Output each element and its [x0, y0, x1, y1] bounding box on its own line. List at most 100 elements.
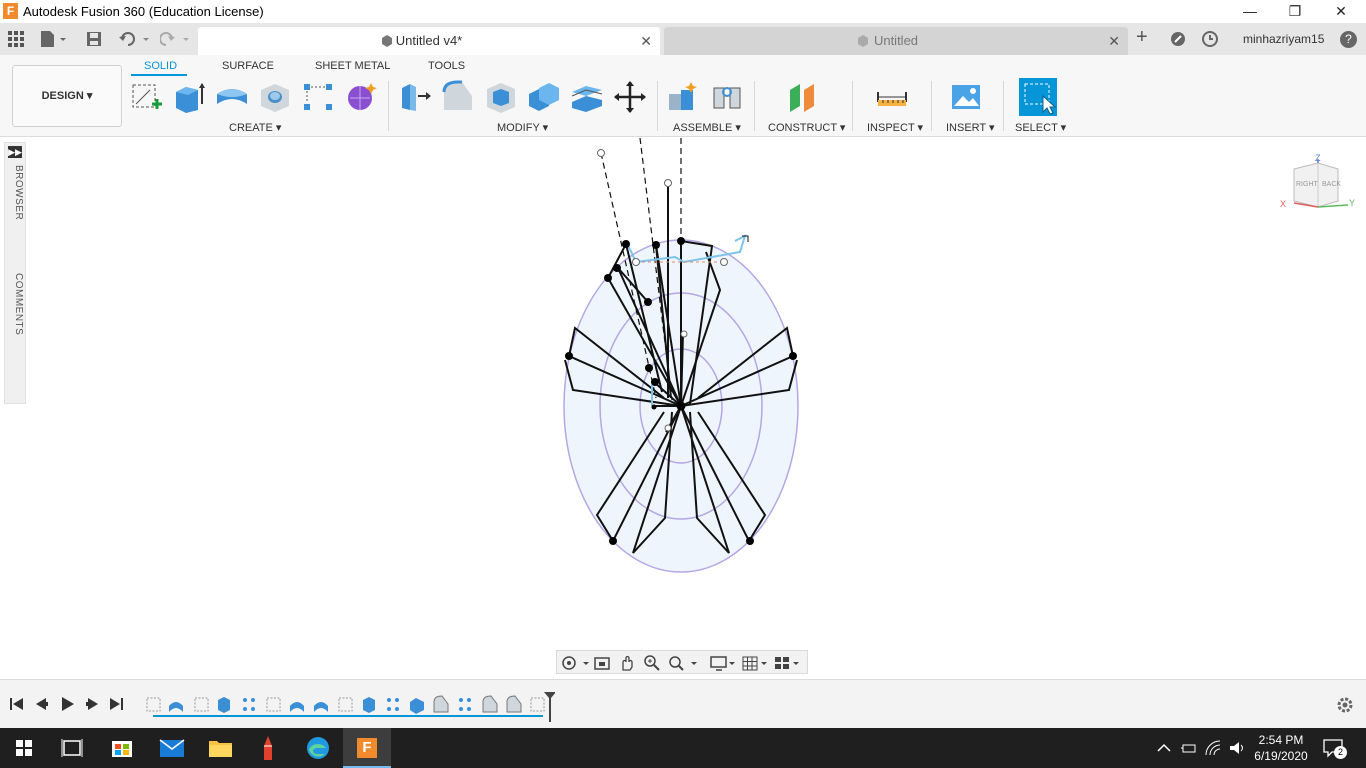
- close-tab-icon[interactable]: ✕: [1108, 27, 1120, 55]
- orbit-icon[interactable]: [561, 654, 589, 672]
- joint-icon[interactable]: [710, 80, 744, 114]
- user-account[interactable]: minhazriyam15: [1243, 32, 1324, 46]
- create-form-icon[interactable]: [344, 80, 378, 114]
- edge-browser-icon[interactable]: [294, 728, 342, 768]
- tab-sheet-metal[interactable]: SHEET METAL: [315, 60, 390, 72]
- shell-icon[interactable]: [484, 80, 518, 114]
- display-settings-icon[interactable]: [709, 654, 737, 672]
- active-tab-indicator: [131, 74, 187, 76]
- browser-panel-label[interactable]: BROWSER: [13, 165, 24, 220]
- measure-icon[interactable]: [875, 80, 909, 114]
- assemble-menu[interactable]: ASSEMBLE ▾: [673, 121, 741, 134]
- viewports-icon[interactable]: [773, 654, 801, 672]
- move-copy-icon[interactable]: [613, 80, 647, 114]
- volume-icon[interactable]: [1228, 739, 1246, 757]
- tab-untitled[interactable]: Untitled ✕: [664, 27, 1128, 55]
- title-bar: F Autodesk Fusion 360 (Education License…: [0, 0, 1366, 23]
- cube-face-back[interactable]: BACK: [1322, 181, 1341, 188]
- microsoft-store-icon[interactable]: [98, 728, 146, 768]
- timeline-features[interactable]: [143, 692, 555, 722]
- ribbon-toolbar: DESIGN ▾ SOLID SURFACE SHEET METAL TOOLS…: [0, 55, 1366, 137]
- pencil-app-icon[interactable]: [244, 728, 292, 768]
- navigation-bar: [556, 650, 808, 674]
- view-cube[interactable]: Z RIGHT BACK X Y: [1280, 153, 1356, 213]
- hole-icon[interactable]: [258, 80, 292, 114]
- wifi-icon[interactable]: [1204, 739, 1224, 757]
- clock-date: 6/19/2020: [1254, 749, 1308, 763]
- zoom-icon[interactable]: [643, 654, 661, 672]
- new-component-icon[interactable]: [666, 80, 700, 114]
- tab-untitled-v4[interactable]: Untitled v4* ✕: [198, 27, 660, 55]
- insert-menu[interactable]: INSERT ▾: [946, 121, 995, 134]
- offset-face-icon[interactable]: [570, 80, 604, 114]
- cube-face-right[interactable]: RIGHT: [1296, 181, 1318, 188]
- app-grid-icon[interactable]: [8, 31, 24, 47]
- construct-menu[interactable]: CONSTRUCT ▾: [768, 121, 845, 134]
- fusion-taskbar-icon: F: [357, 738, 377, 758]
- select-icon[interactable]: [1019, 78, 1057, 116]
- extensions-icon[interactable]: [1170, 31, 1186, 47]
- inspect-menu[interactable]: INSPECT ▾: [867, 121, 923, 134]
- tab-surface[interactable]: SURFACE: [222, 60, 274, 72]
- minimize-button[interactable]: —: [1227, 0, 1273, 23]
- fit-zoom-icon[interactable]: [667, 654, 699, 672]
- help-icon[interactable]: ?: [1340, 31, 1357, 48]
- go-to-start-icon: [10, 698, 23, 710]
- fillet-icon[interactable]: [441, 80, 475, 114]
- side-panel-strip: ▶▶ BROWSER COMMENTS: [4, 142, 26, 404]
- offset-plane-icon[interactable]: [786, 80, 820, 114]
- play-icon: [62, 697, 74, 711]
- close-tab-icon[interactable]: ✕: [640, 27, 652, 55]
- step-forward-icon: [86, 698, 98, 710]
- extrude-icon[interactable]: [172, 80, 206, 114]
- create-sketch-icon[interactable]: [130, 80, 164, 114]
- clock-time: 2:54 PM: [1258, 733, 1304, 747]
- insert-canvas-icon[interactable]: [949, 80, 983, 114]
- power-plug-icon[interactable]: [1180, 740, 1198, 756]
- workspace-switcher[interactable]: DESIGN ▾: [12, 65, 122, 127]
- tab-label: Untitled v4*: [395, 33, 463, 48]
- notification-count-badge: 2: [1334, 746, 1347, 759]
- new-tab-button[interactable]: +: [1136, 26, 1148, 49]
- undo-icon[interactable]: [118, 31, 150, 47]
- timeline-settings-gear-icon[interactable]: [1336, 696, 1354, 714]
- expand-panel-icon[interactable]: ▶▶: [8, 146, 22, 158]
- restore-button[interactable]: ❐: [1272, 0, 1318, 23]
- pan-hand-icon[interactable]: [618, 654, 636, 672]
- tab-solid[interactable]: SOLID: [144, 60, 177, 72]
- windows-start-icon[interactable]: [0, 728, 48, 768]
- divider: [388, 81, 389, 131]
- look-at-icon[interactable]: [593, 654, 611, 672]
- grid-settings-icon[interactable]: [741, 654, 769, 672]
- mail-icon[interactable]: [147, 728, 195, 768]
- select-menu[interactable]: SELECT ▾: [1015, 121, 1066, 134]
- tab-label: Untitled: [873, 33, 919, 48]
- modify-menu[interactable]: MODIFY ▾: [497, 121, 548, 134]
- close-window-button[interactable]: ✕: [1318, 0, 1364, 23]
- combine-icon[interactable]: [527, 80, 561, 114]
- pattern-icon[interactable]: [301, 80, 335, 114]
- file-menu-icon[interactable]: [40, 30, 70, 48]
- tab-tools[interactable]: TOOLS: [428, 60, 465, 72]
- file-explorer-icon[interactable]: [196, 728, 244, 768]
- sketch-drawing[interactable]: [0, 138, 1366, 678]
- create-menu[interactable]: CREATE ▾: [229, 121, 281, 134]
- document-tab-bar: Untitled v4* ✕ Untitled ✕ + minhazriyam1…: [0, 23, 1366, 55]
- revolve-icon[interactable]: [215, 80, 249, 114]
- axis-z-label: Z: [1315, 153, 1321, 163]
- task-view-icon[interactable]: [48, 728, 96, 768]
- notification-center-icon[interactable]: 2: [1322, 737, 1347, 759]
- timeline-bar: [0, 679, 1366, 728]
- taskbar-clock[interactable]: 2:54 PM 6/19/2020: [1246, 732, 1316, 764]
- comments-panel-label[interactable]: COMMENTS: [13, 273, 24, 335]
- job-status-clock-icon[interactable]: [1202, 31, 1218, 47]
- redo-icon[interactable]: [160, 31, 192, 47]
- divider: [657, 81, 658, 131]
- 3d-viewport[interactable]: [0, 138, 1366, 678]
- divider: [754, 81, 755, 131]
- press-pull-icon[interactable]: [398, 80, 432, 114]
- save-icon[interactable]: [86, 31, 102, 47]
- go-to-end-icon: [110, 698, 123, 710]
- show-hidden-icons-icon[interactable]: [1156, 740, 1172, 756]
- fusion-360-taskbar-button[interactable]: F: [343, 728, 391, 768]
